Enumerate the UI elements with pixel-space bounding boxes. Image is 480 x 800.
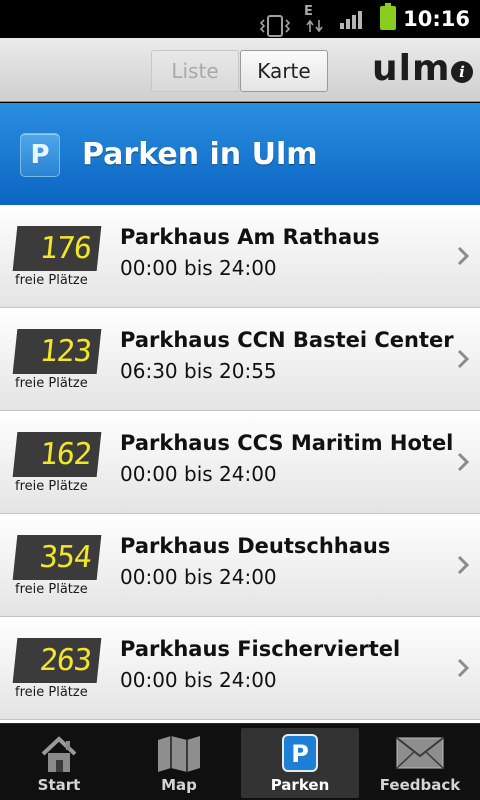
tab-label: Feedback — [379, 776, 461, 794]
segment-liste[interactable]: Liste — [151, 50, 239, 92]
parking-icon: P — [20, 133, 60, 177]
counter-label: freie Plätze — [15, 376, 88, 391]
parking-name: Parkhaus CCN Bastei Center — [120, 328, 454, 352]
counter-label: freie Plätze — [15, 685, 88, 700]
title-bar: P Parken in Ulm — [0, 103, 480, 205]
tab-feedback[interactable]: Feedback — [361, 728, 479, 798]
clock: 10:16 — [403, 7, 470, 31]
chevron-right-icon — [457, 452, 470, 472]
free-spaces-counter: 354 — [12, 535, 102, 580]
segment-karte[interactable]: Karte — [240, 50, 328, 92]
opening-hours: 06:30 bis 20:55 — [120, 359, 277, 383]
house-icon — [41, 736, 77, 772]
list-item[interactable]: 123 freie Plätze Parkhaus CCN Bastei Cen… — [0, 308, 480, 411]
chevron-right-icon — [457, 246, 470, 266]
battery-icon — [380, 3, 396, 30]
app-header: Liste Karte ulm i — [0, 38, 480, 102]
parking-name: Parkhaus CCS Maritim Hotel — [120, 431, 454, 455]
data-arrows-icon — [306, 19, 323, 33]
chevron-right-icon — [457, 658, 470, 678]
counter-label: freie Plätze — [15, 582, 88, 597]
parking-name: Parkhaus Am Rathaus — [120, 225, 380, 249]
signal-strength-icon — [338, 0, 368, 38]
network-type-indicator: E — [303, 4, 327, 34]
list-item[interactable]: 162 freie Plätze Parkhaus CCS Maritim Ho… — [0, 411, 480, 514]
counter-label: freie Plätze — [15, 273, 88, 288]
info-icon[interactable]: i — [451, 61, 473, 83]
bottom-tab-bar: Start Map P Parken Feedback — [0, 723, 480, 800]
list-item[interactable]: 263 freie Plätze Parkhaus Fischerviertel… — [0, 617, 480, 720]
tab-start[interactable]: Start — [0, 728, 118, 798]
parking-list: 176 freie Plätze Parkhaus Am Rathaus 00:… — [0, 205, 480, 723]
opening-hours: 00:00 bis 24:00 — [120, 565, 277, 589]
tab-label: Parken — [270, 776, 330, 794]
tab-map[interactable]: Map — [120, 728, 238, 798]
counter-label: freie Plätze — [15, 479, 88, 494]
tab-label: Map — [161, 776, 197, 794]
chevron-right-icon — [457, 349, 470, 369]
free-spaces-counter: 176 — [12, 226, 102, 271]
ulm-logo: ulm — [372, 48, 451, 89]
parking-name: Parkhaus Fischerviertel — [120, 637, 401, 661]
svg-text:P: P — [291, 740, 309, 768]
parking-name: Parkhaus Deutschhaus — [120, 534, 391, 558]
tab-parken[interactable]: P Parken — [241, 728, 359, 798]
list-item[interactable]: 354 freie Plätze Parkhaus Deutschhaus 00… — [0, 514, 480, 617]
map-icon — [158, 736, 200, 772]
list-item[interactable]: 176 freie Plätze Parkhaus Am Rathaus 00:… — [0, 205, 480, 308]
page-title: Parken in Ulm — [82, 137, 318, 172]
parking-icon: P — [282, 734, 318, 772]
opening-hours: 00:00 bis 24:00 — [120, 668, 277, 692]
free-spaces-counter: 263 — [12, 638, 102, 683]
opening-hours: 00:00 bis 24:00 — [120, 256, 277, 280]
free-spaces-counter: 123 — [12, 329, 102, 374]
tab-label: Start — [37, 776, 81, 794]
chevron-right-icon — [457, 555, 470, 575]
envelope-icon — [396, 737, 444, 769]
free-spaces-counter: 162 — [12, 432, 102, 477]
status-bar: E 10:16 — [0, 0, 480, 38]
opening-hours: 00:00 bis 24:00 — [120, 462, 277, 486]
